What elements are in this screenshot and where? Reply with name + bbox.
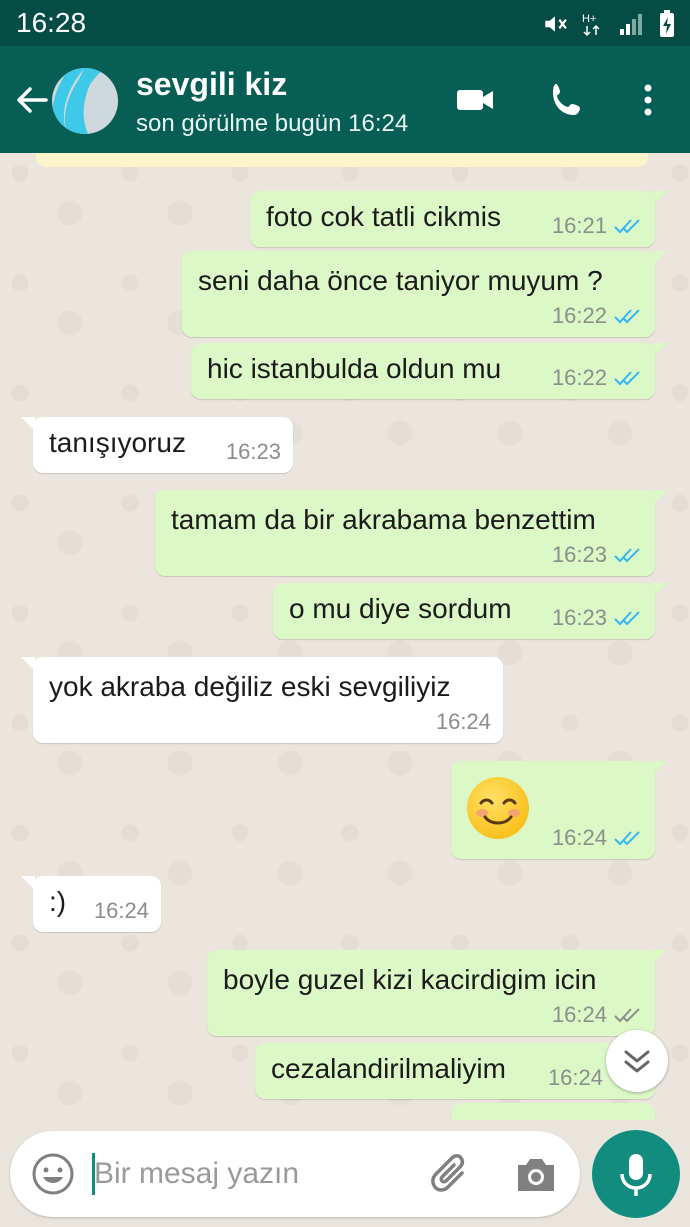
message-incoming[interactable]: tanışıyoruz 16:23 [21, 417, 293, 473]
scroll-to-bottom-button[interactable] [606, 1030, 668, 1092]
message-time: 16:24 [551, 1002, 607, 1027]
previous-message-edge [36, 153, 648, 167]
message-meta: 16:22 [552, 303, 643, 329]
message-meta: 16:24 [436, 709, 491, 735]
message-outgoing-partial [451, 1103, 655, 1120]
emoji-picker-icon[interactable] [30, 1151, 76, 1197]
read-receipt-icon [614, 611, 640, 626]
status-time: 16:28 [16, 7, 87, 38]
message-time: 16:24 [547, 1065, 603, 1090]
status-icons: H+ [542, 10, 676, 38]
message-time: 16:23 [225, 439, 281, 464]
contact-avatar[interactable] [52, 68, 118, 134]
message-text: yok akraba değiliz eski sevgiliyiz [49, 671, 451, 702]
scribble-overlay [52, 68, 102, 134]
video-call-icon[interactable] [455, 80, 495, 120]
more-options-icon[interactable] [628, 80, 668, 120]
message-meta: 16:21 [552, 213, 643, 239]
delivered-receipt-icon [614, 1008, 640, 1023]
back-arrow-icon[interactable] [12, 80, 52, 120]
message-incoming[interactable]: yok akraba değiliz eski sevgiliyiz 16:24 [21, 657, 503, 743]
message-outgoing[interactable]: tamam da bir akrabama benzettim 16:23 [155, 490, 667, 576]
message-text: foto cok tatli cikmis [266, 201, 501, 232]
read-receipt-icon [614, 309, 640, 324]
read-receipt-icon [614, 371, 640, 386]
message-time: 16:22 [551, 303, 607, 328]
message-input[interactable]: Bir mesaj yazın [94, 1157, 299, 1191]
message-composer[interactable]: Bir mesaj yazın [10, 1131, 580, 1217]
message-text: cezalandirilmaliyim [271, 1053, 506, 1084]
message-incoming[interactable]: :) 16:24 [21, 876, 161, 932]
message-text: o mu diye sordum [289, 593, 512, 624]
message-meta: 16:23 [552, 605, 643, 631]
read-receipt-icon [614, 548, 640, 563]
chat-area[interactable]: foto cok tatli cikmis 16:21 seni daha ön… [0, 153, 690, 1120]
read-receipt-icon [614, 219, 640, 234]
message-time: 16:24 [435, 709, 491, 734]
message-time: 16:22 [551, 365, 607, 390]
message-outgoing[interactable]: seni daha önce taniyor muyum ? 16:22 [182, 251, 667, 337]
battery-icon [660, 10, 674, 37]
message-time: 16:24 [551, 825, 607, 850]
double-chevron-down-icon [624, 1050, 650, 1073]
smiling-face-icon [467, 777, 529, 839]
message-text: tanışıyoruz [49, 427, 186, 458]
read-receipt-icon [614, 831, 640, 846]
message-meta: 16:24 [552, 1002, 643, 1028]
message-outgoing[interactable]: foto cok tatli cikmis 16:21 [250, 191, 667, 247]
message-meta: 16:22 [552, 365, 643, 391]
message-time: 16:23 [551, 542, 607, 567]
message-outgoing-emoji[interactable]: 16:24 [451, 761, 667, 859]
message-text: boyle guzel kizi kacirdigim icin [223, 964, 597, 995]
svg-text:H+: H+ [582, 13, 596, 25]
microphone-icon [620, 1154, 652, 1196]
signal-icon [620, 14, 642, 35]
message-outgoing[interactable]: boyle guzel kizi kacirdigim icin 16:24 [207, 950, 667, 1036]
message-text: :) [49, 886, 67, 917]
message-meta: 16:23 [226, 439, 281, 465]
attach-paperclip-icon[interactable] [428, 1151, 476, 1199]
message-text: hic istanbulda oldun mu [207, 353, 502, 384]
status-bar: 16:28 H+ [0, 0, 690, 46]
contact-name[interactable]: sevgili kiz [136, 66, 287, 103]
message-text: seni daha önce taniyor muyum ? [198, 265, 603, 296]
message-meta: 16:24 [548, 1065, 603, 1091]
network-h-plus-icon: H+ [582, 13, 600, 37]
message-outgoing[interactable]: o mu diye sordum 16:23 [273, 583, 667, 639]
message-meta: 16:23 [552, 542, 643, 568]
last-seen-status: son görülme bugün 16:24 [136, 110, 409, 137]
camera-icon[interactable] [514, 1153, 558, 1195]
message-time: 16:21 [551, 213, 607, 238]
message-meta: 16:24 [94, 898, 149, 924]
message-time: 16:23 [551, 605, 607, 630]
message-outgoing[interactable]: hic istanbulda oldun mu 16:22 [191, 343, 667, 399]
message-time: 16:24 [93, 898, 149, 923]
message-text: tamam da bir akrabama benzettim [171, 504, 596, 535]
message-outgoing[interactable]: cezalandirilmaliyim 16:24 [255, 1043, 655, 1099]
chat-header: sevgili kiz son görülme bugün 16:24 [0, 46, 690, 153]
voice-call-icon[interactable] [548, 80, 588, 120]
mute-icon [545, 16, 567, 32]
voice-record-button[interactable] [592, 1130, 680, 1218]
message-meta: 16:24 [552, 825, 643, 851]
